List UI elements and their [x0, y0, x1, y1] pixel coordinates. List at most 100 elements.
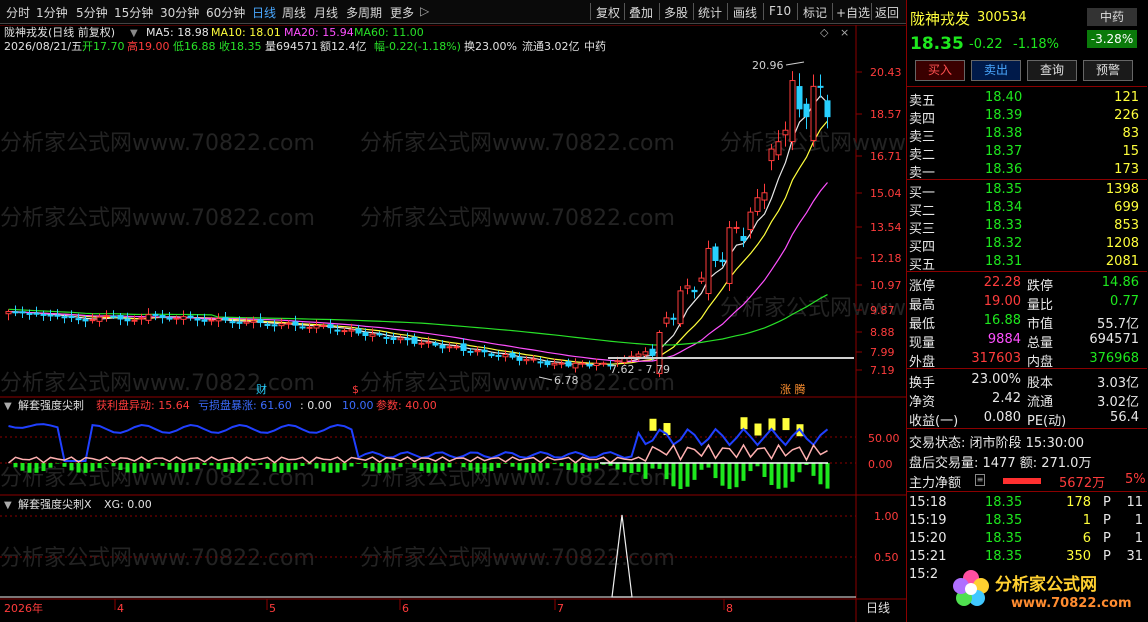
indicator1-bar: [216, 463, 221, 470]
query-button[interactable]: 查询: [1027, 60, 1077, 81]
indicator1-bar: [300, 463, 305, 466]
bid-row[interactable]: 买二 18.34 699: [907, 199, 1147, 219]
candle-body: [103, 315, 110, 318]
stat-row[interactable]: 最高 19.00 量比 0.77: [907, 293, 1147, 313]
candle-body: [33, 312, 40, 315]
tick-row[interactable]: 15:18 18.35 178 P 11: [907, 494, 1147, 512]
indicator1-bar: [559, 463, 564, 467]
sell-button[interactable]: 卖出: [971, 60, 1021, 81]
period-tab-5min[interactable]: 5分钟: [76, 4, 108, 21]
stat-row[interactable]: 外盘 317603 内盘 376968: [907, 350, 1147, 370]
panel-divider: [907, 179, 1147, 180]
draw-line-button[interactable]: 画线: [733, 4, 757, 21]
period-tab-1min[interactable]: 1分钟: [36, 4, 68, 21]
period-tab-multi[interactable]: 多周期: [346, 4, 382, 21]
bid-row[interactable]: 买三 18.33 853: [907, 217, 1147, 237]
event-finance-badge[interactable]: 财: [256, 382, 267, 396]
period-tab-30min[interactable]: 30分钟: [160, 4, 199, 21]
menu-icon[interactable]: ≡: [975, 474, 985, 486]
period-tab-more[interactable]: 更多: [390, 4, 414, 21]
candle-body: [621, 358, 628, 363]
period-indicator[interactable]: 日线: [866, 601, 890, 615]
period-tab-monthly[interactable]: 月线: [314, 4, 338, 21]
alert-button[interactable]: 预警: [1083, 60, 1133, 81]
period-tab-intraday[interactable]: 分时: [6, 4, 30, 21]
period-tab-60min[interactable]: 60分钟: [206, 4, 245, 21]
event-dollar-badge[interactable]: $: [352, 383, 359, 396]
overlay-button[interactable]: 叠加: [629, 4, 653, 21]
ask-row[interactable]: 卖五 18.40 121: [907, 89, 1147, 109]
fundamental-row[interactable]: 净资 2.42 流通 3.02亿: [907, 390, 1147, 410]
indicator1-bar: [545, 463, 550, 469]
net-amount-value: 5672万: [1059, 476, 1106, 491]
statistics-button[interactable]: 统计: [698, 4, 722, 21]
bid-row[interactable]: 买四 18.32 1208: [907, 235, 1147, 255]
tick-row[interactable]: 15:19 18.35 1 P 1: [907, 512, 1147, 530]
tick-price: 18.35: [985, 513, 1023, 528]
collapse-icon[interactable]: ▼: [130, 28, 138, 39]
stat-row[interactable]: 现量 9884 总量 694571: [907, 331, 1147, 351]
ask-row[interactable]: 卖二 18.37 15: [907, 143, 1147, 163]
indicator1-bar: [629, 463, 634, 473]
watermark-text: 分析家公式网www.70822.com: [360, 206, 675, 231]
ask-row[interactable]: 卖三 18.38 83: [907, 125, 1147, 145]
ask-volume: 226: [1114, 108, 1139, 123]
candle-body: [677, 290, 684, 325]
indicator-collapse-icon[interactable]: ▼: [4, 401, 12, 412]
f10-button[interactable]: F10: [769, 4, 791, 18]
stat-row[interactable]: 涨停 22.28 跌停 14.86: [907, 274, 1147, 294]
candle-body: [614, 360, 621, 363]
close-pane-icon[interactable]: ×: [840, 26, 849, 39]
candle-body: [663, 317, 670, 324]
stat-row[interactable]: 最低 16.88 市值 55.7亿: [907, 312, 1147, 332]
indicator2-collapse-icon[interactable]: ▼: [4, 500, 12, 511]
add-watchlist-button[interactable]: +自选: [836, 4, 870, 21]
ask-row[interactable]: 卖一 18.36 173: [907, 161, 1147, 181]
candle-body: [68, 315, 75, 319]
ask-row[interactable]: 卖四 18.39 226: [907, 107, 1147, 127]
candle-body: [320, 325, 327, 328]
candle-body: [509, 352, 516, 358]
bid-row[interactable]: 买一 18.35 1398: [907, 181, 1147, 201]
candle-body: [810, 85, 817, 141]
adjust-button[interactable]: 复权: [596, 4, 620, 21]
toolbar-divider: [763, 3, 764, 20]
time-axis-label: 5: [269, 602, 276, 615]
candle-body: [47, 314, 54, 317]
event-limit-up-badge[interactable]: 涨 腾: [780, 382, 806, 396]
info-high: 高19.00: [127, 39, 170, 53]
indicator1-bar: [713, 463, 718, 479]
fundamental-row[interactable]: 换手 23.00% 股本 3.03亿: [907, 371, 1147, 391]
indicator1-bar: [391, 463, 396, 471]
multi-stock-button[interactable]: 多股: [664, 4, 688, 21]
indicator1-bar: [174, 463, 179, 473]
kline-chart-area[interactable]: 分析家公式网www.70822.com 分析家公式网www.70822.com …: [0, 24, 1035, 622]
more-chevron-icon[interactable]: ▷: [420, 4, 429, 18]
period-tab-daily[interactable]: 日线: [252, 4, 276, 21]
ma5-value: MA5: 18.98: [146, 26, 209, 39]
candle-body: [558, 362, 565, 365]
fundamental-row[interactable]: 收益(一) 0.080 PE(动) 56.4: [907, 409, 1147, 429]
tick-price: 18.35: [985, 531, 1023, 546]
sector-tag[interactable]: 中药: [1087, 8, 1137, 26]
kline-chart-svg[interactable]: 分析家公式网www.70822.com 分析家公式网www.70822.com …: [0, 24, 1035, 622]
candle-body: [579, 362, 586, 365]
fundamental-value: 3.03亿: [1097, 376, 1139, 391]
back-button[interactable]: 返回: [875, 4, 899, 21]
indicator1-bar: [55, 463, 60, 464]
buy-button[interactable]: 买入: [915, 60, 965, 81]
period-tab-weekly[interactable]: 周线: [282, 4, 306, 21]
watermark-text: 分析家公式网www.70822.com: [0, 131, 315, 156]
tick-row[interactable]: 15:20 18.35 6 P 1: [907, 530, 1147, 548]
candle-body: [782, 129, 789, 136]
indicator1-bar: [531, 463, 536, 473]
indicator1-bar: [265, 463, 270, 469]
net-amount-bar: [1003, 478, 1041, 484]
time-axis-year: 2026年: [4, 601, 43, 615]
indicator1-bar: [475, 463, 480, 473]
bid-row[interactable]: 买五 18.31 2081: [907, 253, 1147, 273]
tick-time: 15:20: [909, 531, 947, 546]
period-tab-15min[interactable]: 15分钟: [114, 4, 153, 21]
mark-button[interactable]: 标记: [803, 4, 827, 21]
diamond-icon[interactable]: ◇: [820, 26, 829, 39]
